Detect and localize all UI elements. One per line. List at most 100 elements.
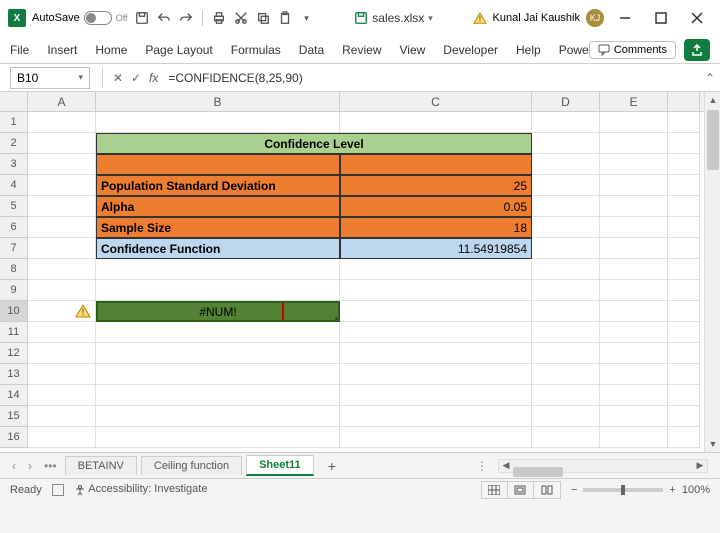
tab-home[interactable]: Home: [95, 43, 127, 57]
cell[interactable]: [28, 259, 96, 280]
cell[interactable]: [600, 427, 668, 448]
scroll-up-icon[interactable]: ▲: [705, 92, 720, 108]
cell[interactable]: [532, 280, 600, 301]
sheet-nav-more-icon[interactable]: •••: [40, 459, 61, 473]
tab-formulas[interactable]: Formulas: [231, 43, 281, 57]
col-header-e[interactable]: E: [600, 92, 668, 111]
cell[interactable]: [28, 427, 96, 448]
cell[interactable]: [600, 175, 668, 196]
row-header[interactable]: 5: [0, 196, 28, 217]
cell[interactable]: [668, 259, 700, 280]
cell[interactable]: [532, 364, 600, 385]
scroll-left-icon[interactable]: ◀: [499, 460, 513, 471]
cell[interactable]: [96, 259, 340, 280]
cell[interactable]: [340, 322, 532, 343]
cell[interactable]: [668, 427, 700, 448]
cell[interactable]: [340, 406, 532, 427]
cell[interactable]: [28, 238, 96, 259]
cell[interactable]: [668, 154, 700, 175]
row-header[interactable]: 7: [0, 238, 28, 259]
row-header[interactable]: 12: [0, 343, 28, 364]
print-icon[interactable]: [211, 10, 227, 26]
col-header-b[interactable]: B: [96, 92, 340, 111]
cell[interactable]: [96, 322, 340, 343]
toggle-icon[interactable]: [84, 11, 112, 25]
tab-developer[interactable]: Developer: [443, 43, 498, 57]
row-header[interactable]: 16: [0, 427, 28, 448]
cell[interactable]: [28, 406, 96, 427]
row-header[interactable]: 13: [0, 364, 28, 385]
scroll-right-icon[interactable]: ▶: [693, 460, 707, 471]
cell-label[interactable]: Population Standard Deviation: [96, 175, 340, 196]
accessibility-status[interactable]: Accessibility: Investigate: [74, 483, 208, 495]
user-account[interactable]: Kunal Jai Kaushik KJ: [493, 9, 604, 27]
row-header[interactable]: 11: [0, 322, 28, 343]
col-header-c[interactable]: C: [340, 92, 532, 111]
cell[interactable]: [28, 343, 96, 364]
minimize-button[interactable]: [610, 12, 640, 24]
cell[interactable]: [28, 175, 96, 196]
scroll-thumb[interactable]: [707, 110, 719, 170]
cell[interactable]: [668, 112, 700, 133]
cell[interactable]: [532, 238, 600, 259]
cell-value[interactable]: 11.54919854: [340, 238, 532, 259]
zoom-out-button[interactable]: −: [571, 484, 577, 496]
sheet-tab-ceiling[interactable]: Ceiling function: [141, 456, 242, 475]
add-sheet-button[interactable]: +: [318, 458, 346, 474]
cell-value[interactable]: 25: [340, 175, 532, 196]
row-header[interactable]: 1: [0, 112, 28, 133]
select-all-corner[interactable]: [0, 92, 28, 111]
cell[interactable]: [668, 343, 700, 364]
cell[interactable]: [600, 259, 668, 280]
row-header[interactable]: 2: [0, 133, 28, 154]
zoom-in-button[interactable]: +: [669, 484, 675, 496]
filename-area[interactable]: sales.xlsx ▾: [321, 9, 467, 27]
cell-value[interactable]: 0.05: [340, 196, 532, 217]
cell[interactable]: [600, 343, 668, 364]
cell[interactable]: [532, 133, 600, 154]
cancel-formula-icon[interactable]: ✕: [109, 71, 127, 85]
cell[interactable]: [340, 427, 532, 448]
zoom-slider-handle[interactable]: [621, 485, 625, 495]
row-header[interactable]: 9: [0, 280, 28, 301]
cell[interactable]: [600, 238, 668, 259]
cell[interactable]: [28, 112, 96, 133]
cell[interactable]: [28, 154, 96, 175]
cell[interactable]: [96, 280, 340, 301]
page-break-view-icon[interactable]: [534, 482, 560, 498]
cell[interactable]: [600, 364, 668, 385]
cell[interactable]: [96, 112, 340, 133]
cell-title[interactable]: Confidence Level: [96, 133, 532, 154]
cell[interactable]: [28, 217, 96, 238]
cell[interactable]: [668, 301, 700, 322]
cut-icon[interactable]: [233, 10, 249, 26]
cell[interactable]: [668, 364, 700, 385]
tab-review[interactable]: Review: [342, 43, 381, 57]
cell[interactable]: [600, 301, 668, 322]
tab-help[interactable]: Help: [516, 43, 541, 57]
qat-dropdown-icon[interactable]: ▾: [299, 10, 315, 26]
cell[interactable]: [668, 406, 700, 427]
name-box[interactable]: B10 ▾: [10, 67, 90, 89]
cell[interactable]: [600, 406, 668, 427]
tab-file[interactable]: File: [10, 43, 29, 57]
cell[interactable]: [532, 217, 600, 238]
cell[interactable]: [600, 112, 668, 133]
cell[interactable]: [532, 385, 600, 406]
maximize-button[interactable]: [646, 12, 676, 24]
cell[interactable]: [600, 322, 668, 343]
cell[interactable]: [28, 322, 96, 343]
cell[interactable]: [668, 175, 700, 196]
row-header[interactable]: 10: [0, 301, 28, 322]
row-header[interactable]: 15: [0, 406, 28, 427]
save-icon[interactable]: [134, 10, 150, 26]
cell[interactable]: [668, 385, 700, 406]
cell[interactable]: [600, 280, 668, 301]
cell[interactable]: !: [28, 301, 96, 322]
row-header[interactable]: 3: [0, 154, 28, 175]
cell[interactable]: [28, 196, 96, 217]
tab-data[interactable]: Data: [299, 43, 324, 57]
row-header[interactable]: 6: [0, 217, 28, 238]
cell-label[interactable]: Sample Size: [96, 217, 340, 238]
cell[interactable]: [668, 322, 700, 343]
